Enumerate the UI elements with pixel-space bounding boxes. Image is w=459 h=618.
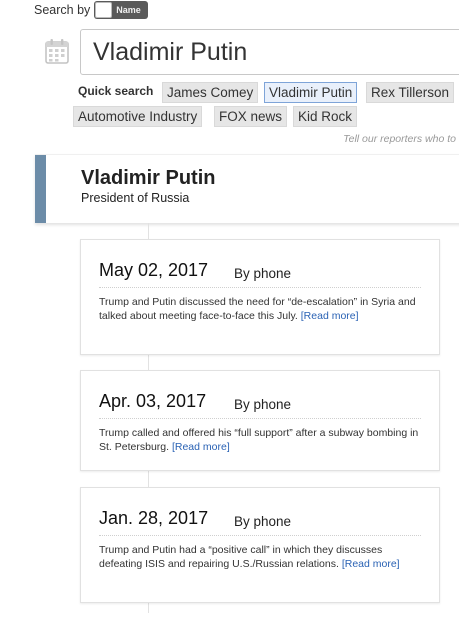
call-description: Trump called and offered his “full suppo… xyxy=(99,426,421,454)
call-divider xyxy=(99,287,421,288)
quick-search-chip-automotive-industry[interactable]: Automotive Industry xyxy=(73,106,203,127)
quick-search-chip-kid-rock[interactable]: Kid Rock xyxy=(293,106,358,127)
person-card: Vladimir Putin President of Russia xyxy=(35,154,459,223)
search-mode-toggle[interactable]: Name xyxy=(94,1,149,19)
call-date: Jan. 28, 2017 xyxy=(99,508,209,528)
call-method: By phone xyxy=(234,397,292,412)
read-more-link[interactable]: [Read more] xyxy=(172,441,230,453)
person-accent-bar xyxy=(35,155,46,223)
search-by: Search by Name xyxy=(34,1,149,19)
call-card: Apr. 03, 2017 By phone Trump called and … xyxy=(80,370,440,471)
call-description-text: Trump and Putin had a “positive call” in… xyxy=(99,544,383,570)
call-method: By phone xyxy=(234,266,292,281)
call-divider xyxy=(99,535,421,536)
call-card: Jan. 28, 2017 By phone Trump and Putin h… xyxy=(80,487,440,603)
search-by-label: Search by xyxy=(34,3,91,17)
search-input[interactable] xyxy=(80,29,459,75)
call-description-text: Trump called and offered his “full suppo… xyxy=(99,427,419,453)
calendar-icon[interactable] xyxy=(45,38,69,64)
call-card: May 02, 2017 By phone Trump and Putin di… xyxy=(80,239,440,355)
person-name: Vladimir Putin xyxy=(81,167,216,189)
tell-reporters-link[interactable]: Tell our reporters who to xyxy=(343,133,456,145)
quick-search-chip-vladimir-putin[interactable]: Vladimir Putin xyxy=(264,82,358,103)
quick-search-chip-rex-tillerson[interactable]: Rex Tillerson xyxy=(366,82,455,103)
call-description-text: Trump and Putin discussed the need for “… xyxy=(99,296,416,322)
call-date: May 02, 2017 xyxy=(99,260,209,280)
read-more-link[interactable]: [Read more] xyxy=(342,558,400,570)
read-more-link[interactable]: [Read more] xyxy=(301,310,359,322)
call-method: By phone xyxy=(234,514,292,529)
person-title: President of Russia xyxy=(81,191,190,205)
quick-search-chip-fox-news[interactable]: FOX news xyxy=(214,106,288,127)
quick-search-label: Quick search xyxy=(78,84,154,98)
call-date: Apr. 03, 2017 xyxy=(99,391,207,411)
call-description: Trump and Putin had a “positive call” in… xyxy=(99,543,421,571)
call-divider xyxy=(99,418,421,419)
toggle-label: Name xyxy=(116,5,141,15)
quick-search-chip-james-comey[interactable]: James Comey xyxy=(162,82,259,103)
toggle-knob[interactable] xyxy=(95,2,113,18)
call-description: Trump and Putin discussed the need for “… xyxy=(99,295,421,323)
